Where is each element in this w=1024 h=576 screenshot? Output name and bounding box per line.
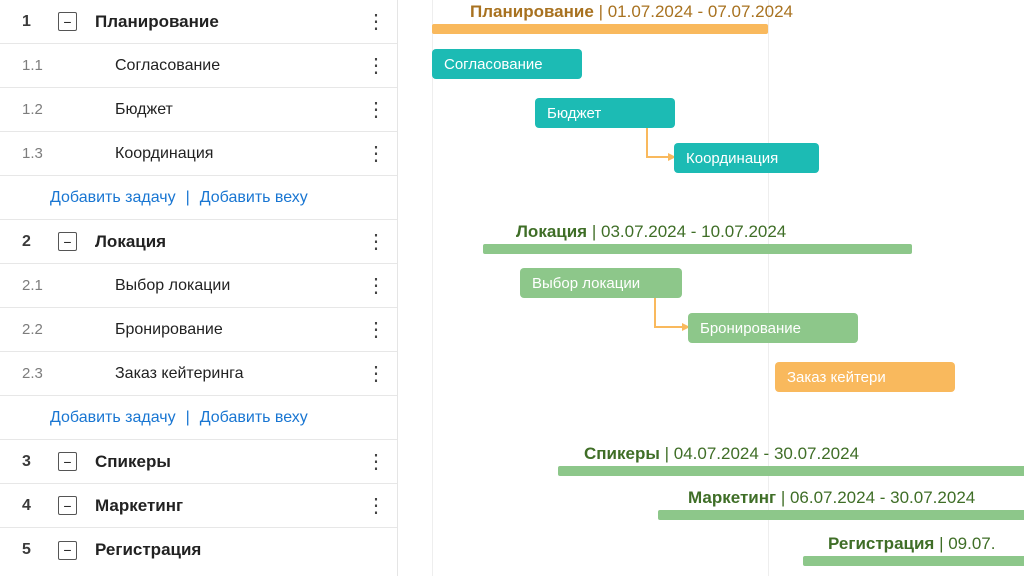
gridline [432, 0, 433, 576]
row-title: Спикеры [95, 452, 171, 472]
row-number: 2.1 [22, 277, 58, 294]
row-title: Заказ кейтеринга [115, 365, 244, 383]
row-number: 2.3 [22, 365, 58, 382]
header-dates: | 06.07.2024 - 30.07.2024 [781, 488, 975, 507]
header-title: Маркетинг [688, 488, 776, 507]
row-title: Регистрация [95, 540, 201, 560]
more-icon[interactable]: ⋮ [366, 141, 397, 166]
row-title: Бронирование [115, 321, 223, 339]
header-dates: | 04.07.2024 - 30.07.2024 [665, 444, 859, 463]
add-milestone-link[interactable]: Добавить веху [200, 189, 308, 207]
task-row[interactable]: 2.2 Бронирование ⋮ [0, 308, 397, 352]
more-icon[interactable]: ⋮ [366, 493, 397, 518]
gantt-summary-bar-planning[interactable] [432, 24, 768, 34]
gantt-task-bar[interactable]: Выбор локации [520, 268, 682, 298]
gantt-summary-bar-location[interactable] [483, 244, 912, 254]
more-icon[interactable]: ⋮ [366, 9, 397, 34]
row-number: 1.1 [22, 57, 58, 74]
group-row-registration[interactable]: 5 − Регистрация [0, 528, 397, 572]
header-dates: | 03.07.2024 - 10.07.2024 [592, 222, 786, 241]
task-tree-sidebar: 1 − Планирование ⋮ 1.1 Согласование ⋮ 1.… [0, 0, 398, 576]
header-dates: | 09.07. [939, 534, 995, 553]
more-icon[interactable]: ⋮ [366, 317, 397, 342]
add-milestone-link[interactable]: Добавить веху [200, 409, 308, 427]
gantt-summary-bar-speakers[interactable] [558, 466, 1024, 476]
task-row[interactable]: 1.3 Координация ⋮ [0, 132, 397, 176]
row-number: 2 [22, 233, 58, 251]
more-icon[interactable]: ⋮ [366, 361, 397, 386]
gantt-chart-area[interactable]: Планирование | 01.07.2024 - 07.07.2024 С… [398, 0, 1024, 576]
more-icon[interactable]: ⋮ [366, 97, 397, 122]
collapse-icon[interactable]: − [58, 496, 77, 515]
gantt-group-header-registration: Регистрация | 09.07. [828, 534, 995, 554]
header-dates: | 01.07.2024 - 07.07.2024 [599, 2, 793, 21]
add-row: Добавить задачу | Добавить веху [0, 396, 397, 440]
task-row[interactable]: 1.2 Бюджет ⋮ [0, 88, 397, 132]
collapse-icon[interactable]: − [58, 541, 77, 560]
separator: | [186, 409, 190, 427]
separator: | [186, 189, 190, 207]
dependency-arrow-icon [646, 128, 668, 158]
row-number: 4 [22, 497, 58, 515]
row-number: 3 [22, 453, 58, 471]
gantt-task-bar[interactable]: Бюджет [535, 98, 675, 128]
row-title: Маркетинг [95, 496, 183, 516]
collapse-icon[interactable]: − [58, 232, 77, 251]
more-icon[interactable]: ⋮ [366, 449, 397, 474]
gantt-group-header-speakers: Спикеры | 04.07.2024 - 30.07.2024 [584, 444, 859, 464]
more-icon[interactable]: ⋮ [366, 53, 397, 78]
group-row-location[interactable]: 2 − Локация ⋮ [0, 220, 397, 264]
row-title: Координация [115, 145, 213, 163]
add-task-link[interactable]: Добавить задачу [50, 189, 176, 207]
row-title: Согласование [115, 57, 220, 75]
more-icon[interactable]: ⋮ [366, 229, 397, 254]
task-row[interactable]: 1.1 Согласование ⋮ [0, 44, 397, 88]
gantt-group-header-marketing: Маркетинг | 06.07.2024 - 30.07.2024 [688, 488, 975, 508]
group-row-planning[interactable]: 1 − Планирование ⋮ [0, 0, 397, 44]
group-row-marketing[interactable]: 4 − Маркетинг ⋮ [0, 484, 397, 528]
gantt-group-header-location: Локация | 03.07.2024 - 10.07.2024 [516, 222, 786, 242]
add-task-link[interactable]: Добавить задачу [50, 409, 176, 427]
header-title: Спикеры [584, 444, 660, 463]
header-title: Локация [516, 222, 587, 241]
gantt-summary-bar-marketing[interactable] [658, 510, 1024, 520]
collapse-icon[interactable]: − [58, 452, 77, 471]
dependency-arrow-icon [654, 298, 682, 328]
gantt-task-bar[interactable]: Согласование [432, 49, 582, 79]
gantt-task-bar[interactable]: Координация [674, 143, 819, 173]
row-number: 1.3 [22, 145, 58, 162]
more-icon[interactable]: ⋮ [366, 273, 397, 298]
gantt-summary-bar-registration[interactable] [803, 556, 1024, 566]
row-title: Бюджет [115, 101, 173, 119]
row-number: 2.2 [22, 321, 58, 338]
task-row[interactable]: 2.3 Заказ кейтеринга ⋮ [0, 352, 397, 396]
add-row: Добавить задачу | Добавить веху [0, 176, 397, 220]
collapse-icon[interactable]: − [58, 12, 77, 31]
task-row[interactable]: 2.1 Выбор локации ⋮ [0, 264, 397, 308]
group-row-speakers[interactable]: 3 − Спикеры ⋮ [0, 440, 397, 484]
header-title: Планирование [470, 2, 594, 21]
row-number: 1.2 [22, 101, 58, 118]
gantt-task-bar[interactable]: Заказ кейтери [775, 362, 955, 392]
header-title: Регистрация [828, 534, 934, 553]
row-title: Планирование [95, 12, 219, 32]
gantt-group-header-planning: Планирование | 01.07.2024 - 07.07.2024 [470, 2, 793, 22]
row-title: Выбор локации [115, 277, 230, 295]
gantt-task-bar[interactable]: Бронирование [688, 313, 858, 343]
row-title: Локация [95, 232, 166, 252]
row-number: 1 [22, 13, 58, 31]
row-number: 5 [22, 541, 58, 559]
